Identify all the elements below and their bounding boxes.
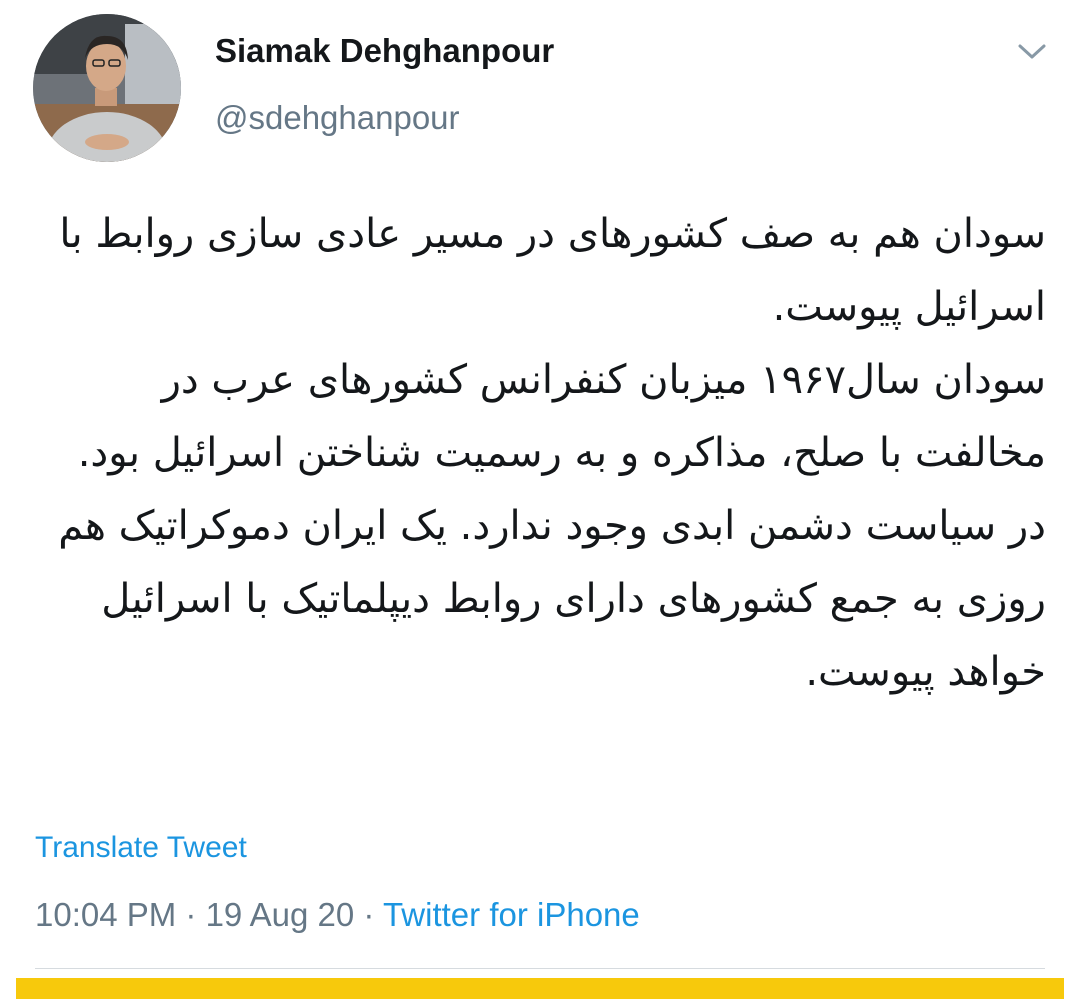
avatar-photo — [33, 14, 181, 162]
translate-tweet-link[interactable]: Translate Tweet — [35, 831, 247, 865]
avatar[interactable] — [33, 14, 181, 162]
author-handle[interactable]: @sdehghanpour — [215, 99, 460, 137]
tweet-paragraph: در سیاست دشمن ابدی وجود ندارد. یک ایران … — [58, 503, 1046, 695]
author-display-name[interactable]: Siamak Dehghanpour — [215, 32, 554, 70]
tweet-date: 19 Aug 20 — [205, 896, 355, 933]
more-options-button[interactable] — [1008, 32, 1056, 72]
tweet-source-link[interactable]: Twitter for iPhone — [383, 896, 640, 933]
meta-separator: · — [176, 896, 206, 933]
bottom-highlight-bar — [16, 978, 1064, 999]
meta-separator: · — [354, 896, 383, 933]
tweet-meta: 10:04 PM · 19 Aug 20 · Twitter for iPhon… — [35, 896, 640, 934]
chevron-down-icon — [1018, 44, 1046, 59]
tweet-paragraph: سودان سال۱۹۶۷ میزبان کنفرانس کشورهای عرب… — [77, 357, 1046, 476]
tweet-time: 10:04 PM — [35, 896, 177, 933]
tweet-paragraph: سودان هم به صف کشورهای در مسیر عادی سازی… — [59, 211, 1046, 330]
divider — [35, 968, 1045, 969]
tweet-text: سودان هم به صف کشورهای در مسیر عادی سازی… — [36, 198, 1046, 709]
